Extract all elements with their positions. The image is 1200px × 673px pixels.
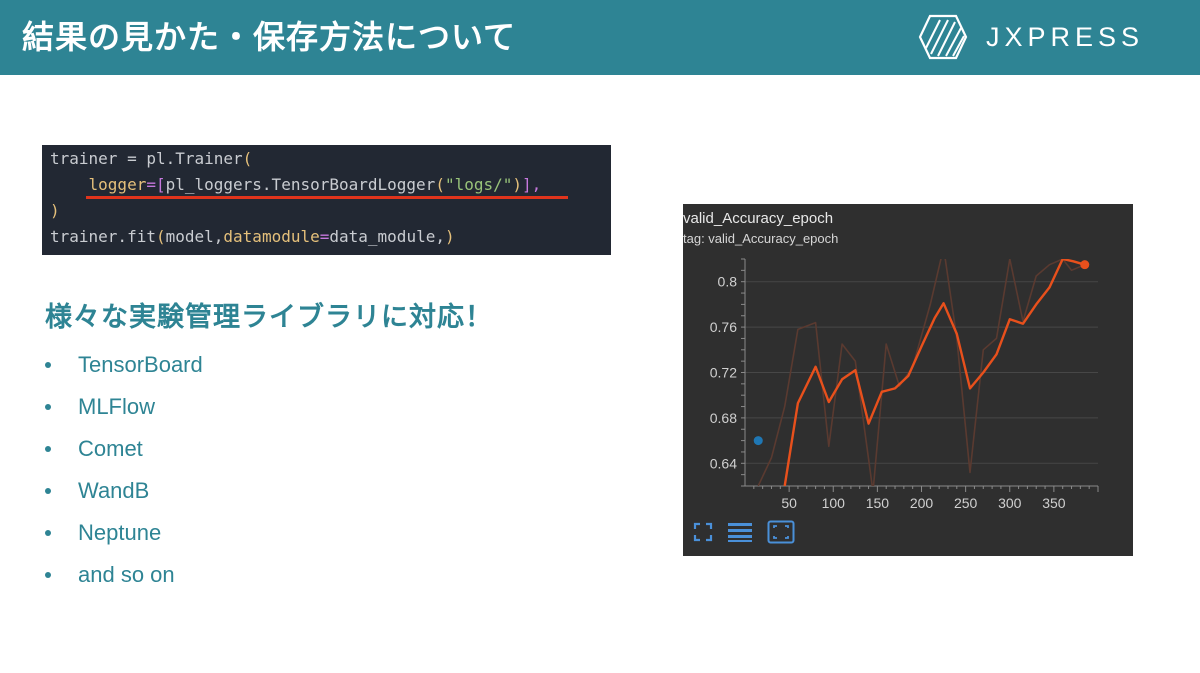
code-token: =[ xyxy=(146,175,166,194)
section-heading: 様々な実験管理ライブラリに対応！ xyxy=(45,302,493,333)
code-line: logger=[pl_loggers.TensorBoardLogger("lo… xyxy=(50,172,542,198)
list-item: and so on xyxy=(45,554,203,596)
list-item-label: WandB xyxy=(78,478,150,503)
bullet-icon xyxy=(45,362,51,368)
jxpress-logo: JXPRESS xyxy=(918,14,1144,60)
chart-tag: tag: valid_Accuracy_epoch xyxy=(683,231,839,246)
x-tick-label: 150 xyxy=(866,495,890,511)
slide-header: 結果の見かた・保存方法について JXPRESS xyxy=(0,0,1200,75)
code-token: ( xyxy=(435,175,445,194)
list-item-label: TensorBoard xyxy=(78,352,203,377)
code-token: trainer.fit xyxy=(50,227,156,246)
code-token: trainer = pl.Trainer xyxy=(50,149,243,168)
list-item: WandB xyxy=(45,470,203,512)
library-list: TensorBoard MLFlow Comet WandB Neptune and so… xyxy=(45,344,203,596)
chart-title: valid_Accuracy_epoch xyxy=(683,210,834,227)
code-token: = xyxy=(319,227,330,246)
x-tick-label: 300 xyxy=(998,495,1022,511)
y-tick-label: 0.72 xyxy=(710,365,737,381)
list-item-label: MLFlow xyxy=(78,394,156,419)
list-item: Comet xyxy=(45,428,203,470)
code-token: datamodule xyxy=(223,227,320,246)
y-tick-label: 0.68 xyxy=(710,410,737,426)
code-token: pl_loggers.TensorBoardLogger xyxy=(165,175,436,194)
fullscreen-icon[interactable] xyxy=(693,522,713,542)
list-item: TensorBoard xyxy=(45,344,203,386)
list-item: Neptune xyxy=(45,512,203,554)
raw-series-line xyxy=(757,259,1086,486)
code-token: model, xyxy=(165,227,224,246)
data-point-marker xyxy=(1080,260,1090,270)
y-tick-label: 0.64 xyxy=(710,455,737,471)
y-tick-label: 0.76 xyxy=(710,319,737,335)
code-token: data_module, xyxy=(329,227,445,246)
tensorboard-chart-panel: 0.64 0.68 0.72 0.76 0.8 50 100 150 200 250 300 350 … xyxy=(683,204,1133,556)
x-tick-label: 350 xyxy=(1042,495,1066,511)
list-item-label: and so on xyxy=(78,562,175,587)
slide-title: 結果の見かた・保存方法について xyxy=(22,18,517,56)
code-token: ], xyxy=(522,175,542,194)
code-token: "logs/" xyxy=(444,175,513,194)
code-highlight-underline xyxy=(86,196,568,199)
list-item: MLFlow xyxy=(45,386,203,428)
code-token: ( xyxy=(155,227,166,246)
x-tick-label: 200 xyxy=(910,495,934,511)
code-line: trainer.fit(model,datamodule=data_module… xyxy=(50,224,455,250)
logo-wordmark: JXPRESS xyxy=(986,21,1145,52)
x-tick-label: 250 xyxy=(954,495,978,511)
bullet-icon xyxy=(45,404,51,410)
accuracy-chart: 0.64 0.68 0.72 0.76 0.8 50 100 150 200 250 300 350 xyxy=(710,258,1099,511)
bullet-icon xyxy=(45,446,51,452)
y-tick-label: 0.8 xyxy=(718,274,738,290)
chart-toolbar xyxy=(693,520,809,544)
code-line: trainer = pl.Trainer( xyxy=(50,146,252,172)
x-tick-label: 100 xyxy=(822,495,846,511)
code-token: ) xyxy=(444,227,455,246)
fit-domain-icon[interactable] xyxy=(767,520,795,544)
code-token: ) xyxy=(50,201,60,220)
code-line: ) xyxy=(50,198,60,224)
bullet-icon xyxy=(45,530,51,536)
jxpress-logo-icon xyxy=(918,14,968,60)
data-point-marker xyxy=(753,436,763,446)
code-block: trainer = pl.Trainer( logger=[pl_loggers… xyxy=(42,145,611,255)
list-icon[interactable] xyxy=(727,521,753,543)
list-item-label: Neptune xyxy=(78,520,162,545)
bullet-icon xyxy=(45,572,51,578)
list-item-label: Comet xyxy=(78,436,143,461)
code-token: logger xyxy=(50,175,147,194)
bullet-icon xyxy=(45,488,51,494)
code-token: ( xyxy=(242,149,253,168)
code-token: ) xyxy=(512,175,523,194)
x-tick-label: 50 xyxy=(781,495,797,511)
